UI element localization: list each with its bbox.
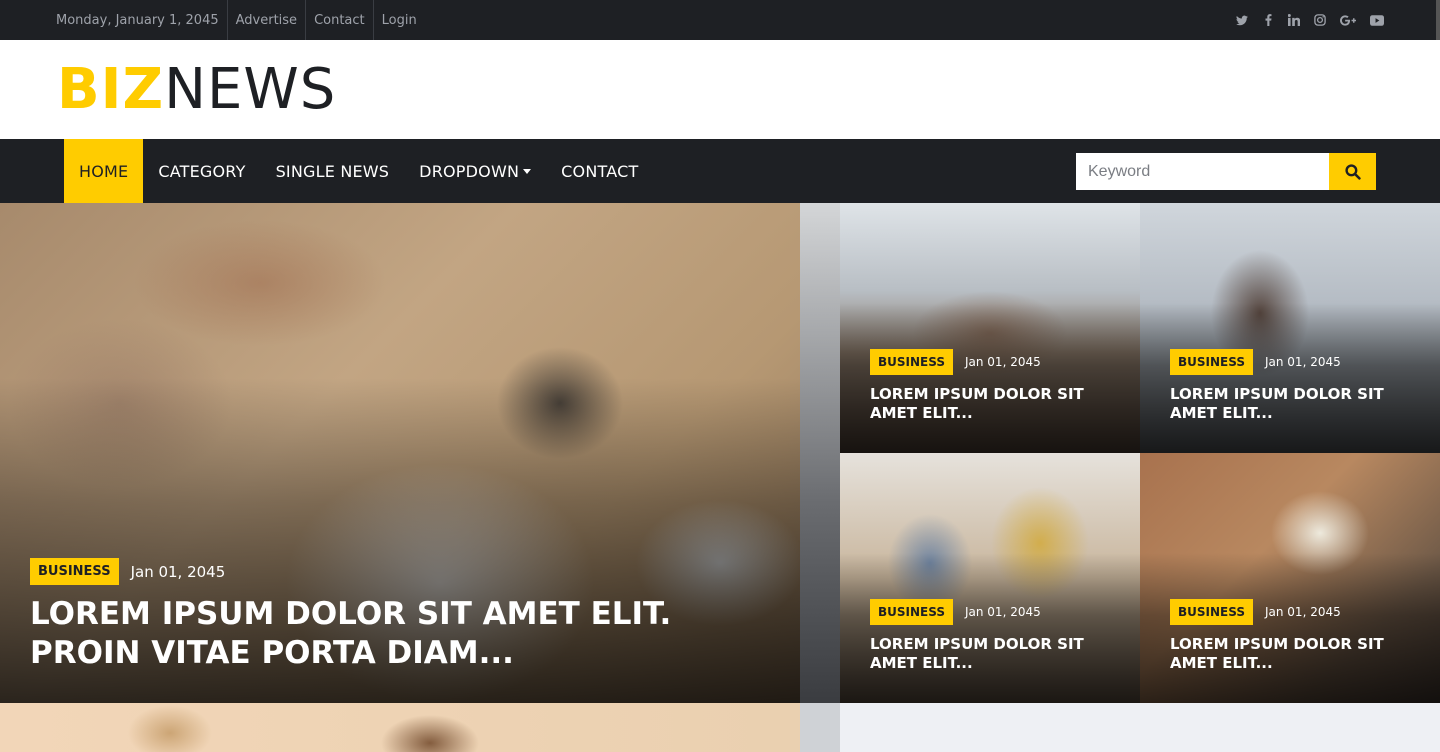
- post-date[interactable]: Jan 01, 2045: [131, 563, 226, 581]
- main-navigation: HOME CATEGORY SINGLE NEWS DROPDOWN CONTA…: [0, 139, 1440, 203]
- news-card[interactable]: BUSINESS Jan 01, 2045 LOREM IPSUM DOLOR …: [1140, 453, 1440, 703]
- carousel-edge: [800, 203, 840, 703]
- post-title[interactable]: LOREM IPSUM DOLOR SIT AMET ELIT...: [1170, 385, 1420, 423]
- carousel-edge: [800, 703, 840, 752]
- post-title[interactable]: LOREM IPSUM DOLOR SIT AMET ELIT...: [870, 385, 1120, 423]
- post-meta: BUSINESS Jan 01, 2045: [1170, 599, 1420, 625]
- search-icon: [1344, 163, 1361, 180]
- search-form: [1076, 153, 1376, 190]
- post-meta: BUSINESS Jan 01, 2045: [30, 558, 790, 585]
- logo-news: NEWS: [164, 57, 337, 122]
- featured-post-caption: BUSINESS Jan 01, 2045 LOREM IPSUM DOLOR …: [30, 558, 790, 673]
- top-bar-left: Monday, January 1, 2045 Advertise Contac…: [48, 0, 425, 40]
- nav-item-single-news[interactable]: SINGLE NEWS: [261, 139, 405, 203]
- post-meta: BUSINESS Jan 01, 2045: [1170, 349, 1420, 375]
- category-badge[interactable]: BUSINESS: [870, 349, 953, 375]
- post-title[interactable]: LOREM IPSUM DOLOR SIT AMET ELIT...: [1170, 635, 1420, 673]
- login-link[interactable]: Login: [372, 0, 425, 40]
- header-logo-area: BIZNEWS: [0, 40, 1440, 139]
- category-badge[interactable]: BUSINESS: [1170, 349, 1253, 375]
- twitter-icon[interactable]: [1236, 15, 1248, 26]
- nav-items: HOME CATEGORY SINGLE NEWS DROPDOWN CONTA…: [64, 139, 653, 203]
- caret-down-icon: [523, 168, 532, 174]
- nav-item-label: CATEGORY: [158, 161, 246, 181]
- post-date[interactable]: Jan 01, 2045: [965, 605, 1041, 619]
- news-card[interactable]: BUSINESS Jan 01, 2045 LOREM IPSUM DOLOR …: [840, 203, 1140, 453]
- category-badge[interactable]: BUSINESS: [30, 558, 119, 585]
- nav-item-label: HOME: [79, 161, 129, 181]
- next-section-panel: [840, 703, 1440, 752]
- featured-post-main[interactable]: BUSINESS Jan 01, 2045 LOREM IPSUM DOLOR …: [0, 203, 800, 703]
- search-button[interactable]: [1329, 153, 1376, 190]
- post-date[interactable]: Jan 01, 2045: [1265, 355, 1341, 369]
- linkedin-icon[interactable]: [1288, 14, 1300, 26]
- category-badge[interactable]: BUSINESS: [870, 599, 953, 625]
- nav-item-label: SINGLE NEWS: [275, 161, 390, 181]
- post-date[interactable]: Jan 01, 2045: [1265, 605, 1341, 619]
- post-meta: BUSINESS Jan 01, 2045: [870, 349, 1120, 375]
- post-title[interactable]: LOREM IPSUM DOLOR SIT AMET ELIT...: [870, 635, 1120, 673]
- contact-link[interactable]: Contact: [305, 0, 373, 40]
- site-logo[interactable]: BIZNEWS: [57, 58, 336, 122]
- category-badge[interactable]: BUSINESS: [1170, 599, 1253, 625]
- facebook-icon[interactable]: [1262, 14, 1274, 26]
- card-caption: BUSINESS Jan 01, 2045 LOREM IPSUM DOLOR …: [870, 349, 1120, 423]
- news-card[interactable]: BUSINESS Jan 01, 2045 LOREM IPSUM DOLOR …: [840, 453, 1140, 703]
- nav-item-dropdown[interactable]: DROPDOWN: [404, 139, 546, 203]
- youtube-icon[interactable]: [1370, 14, 1384, 26]
- logo-biz: BIZ: [57, 57, 165, 122]
- current-date: Monday, January 1, 2045: [56, 12, 219, 28]
- social-links: [1236, 0, 1384, 40]
- card-caption: BUSINESS Jan 01, 2045 LOREM IPSUM DOLOR …: [1170, 599, 1420, 673]
- advertise-link[interactable]: Advertise: [226, 0, 305, 40]
- card-caption: BUSINESS Jan 01, 2045 LOREM IPSUM DOLOR …: [1170, 349, 1420, 423]
- post-meta: BUSINESS Jan 01, 2045: [870, 599, 1120, 625]
- nav-item-contact[interactable]: CONTACT: [546, 139, 653, 203]
- card-caption: BUSINESS Jan 01, 2045 LOREM IPSUM DOLOR …: [870, 599, 1120, 673]
- top-bar: Monday, January 1, 2045 Advertise Contac…: [0, 0, 1440, 40]
- nav-item-category[interactable]: CATEGORY: [143, 139, 260, 203]
- nav-item-label: DROPDOWN: [419, 161, 520, 181]
- next-section-image: [0, 703, 800, 752]
- post-date[interactable]: Jan 01, 2045: [965, 355, 1041, 369]
- post-title[interactable]: LOREM IPSUM DOLOR SIT AMET ELIT. PROIN V…: [30, 595, 790, 673]
- news-card[interactable]: BUSINESS Jan 01, 2045 LOREM IPSUM DOLOR …: [1140, 203, 1440, 453]
- nav-item-label: CONTACT: [561, 161, 639, 181]
- google-plus-icon[interactable]: [1340, 14, 1356, 26]
- instagram-icon[interactable]: [1314, 14, 1326, 26]
- nav-item-home[interactable]: HOME: [64, 139, 144, 203]
- search-input[interactable]: [1076, 153, 1329, 190]
